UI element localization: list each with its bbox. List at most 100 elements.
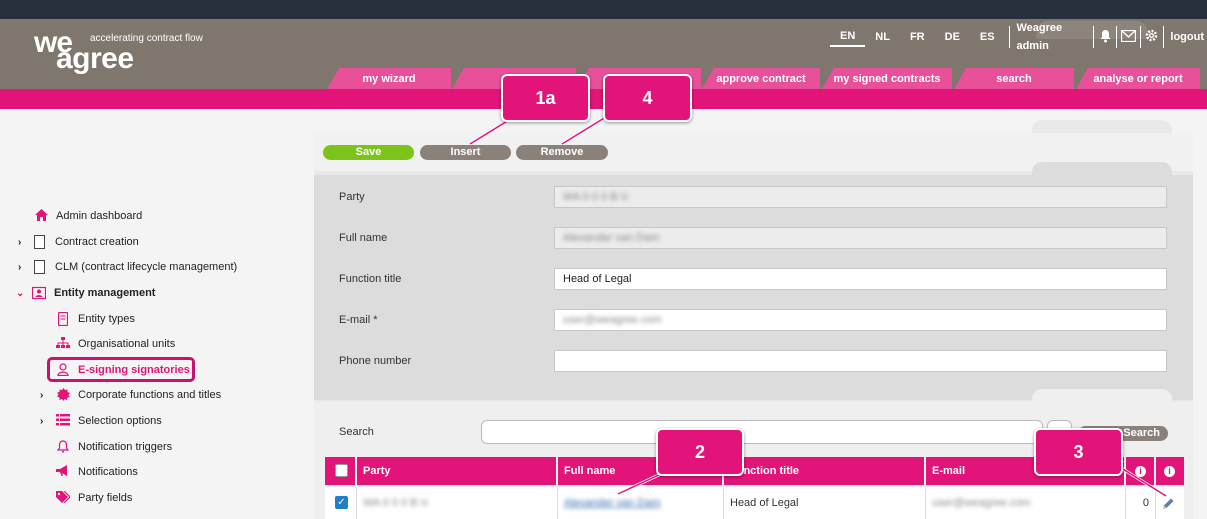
top-links: EN NL FR DE ES Weagree admin logout: [830, 22, 1207, 52]
cell-email: user@weagree.com: [926, 487, 1126, 519]
user-name-link[interactable]: Weagree admin: [1013, 19, 1089, 55]
function-title-label: Function title: [339, 273, 402, 285]
chevron-right-icon[interactable]: ›: [18, 262, 28, 273]
party-cell-value: WA 0 0 0 B.V.: [363, 497, 431, 509]
mail-icon[interactable]: [1120, 29, 1137, 45]
info-icon: i: [1135, 466, 1146, 477]
megaphone-icon: [56, 465, 70, 479]
callout-4: 4: [603, 74, 692, 122]
divider: [1116, 26, 1117, 48]
remove-button[interactable]: Remove: [516, 145, 608, 160]
sidebar-label: Contract creation: [55, 236, 139, 248]
gear-icon[interactable]: [1145, 29, 1159, 45]
tablet-icon: [56, 311, 70, 327]
sidebar-item-selection-options[interactable]: › Selection options: [40, 410, 162, 432]
entity-card-icon: [31, 286, 47, 300]
user-outline-icon: [56, 363, 70, 377]
bell-icon[interactable]: [1098, 29, 1112, 46]
sidebar-item-contract-creation[interactable]: › Contract creation: [18, 231, 139, 253]
cell-count: 0: [1126, 487, 1156, 519]
phone-label: Phone number: [339, 355, 412, 367]
divider: [1093, 26, 1095, 48]
row-select-cell: ✓: [325, 487, 357, 519]
sidebar-label: Entity management: [54, 287, 156, 299]
cell-function-title: Head of Legal: [724, 487, 926, 519]
sidebar-label: E-signing signatories: [78, 364, 190, 376]
function-title-value: Head of Legal: [563, 273, 632, 285]
col-party[interactable]: Party: [357, 457, 558, 485]
divider: [1008, 26, 1010, 48]
list-icon: [56, 414, 70, 428]
sidebar-label: Notifications: [78, 466, 138, 478]
sidebar-label: Organisational units: [78, 338, 176, 350]
cell-party: WA 0 0 0 B.V.: [357, 487, 558, 519]
org-chart-icon: [56, 337, 70, 351]
sidebar-item-notifications[interactable]: Notifications: [56, 461, 138, 483]
sidebar-item-clm[interactable]: › CLM (contract lifecycle management): [18, 256, 237, 278]
chevron-right-icon[interactable]: ›: [40, 390, 50, 401]
insert-button[interactable]: Insert: [420, 145, 511, 160]
full-name-link[interactable]: Alexander van Dam: [564, 497, 661, 509]
bell-outline-icon: [56, 440, 70, 454]
cell-edit[interactable]: [1156, 487, 1184, 519]
lang-en[interactable]: EN: [830, 27, 866, 47]
tab-search[interactable]: search: [954, 68, 1074, 89]
save-button[interactable]: Save: [323, 145, 414, 160]
select-all-checkbox[interactable]: [335, 464, 348, 477]
cell-full-name[interactable]: Alexander van Dam: [558, 487, 724, 519]
chevron-right-icon[interactable]: ›: [18, 237, 28, 248]
full-name-field[interactable]: Alexander van Dam: [554, 227, 1167, 249]
col-info-count: i: [1126, 457, 1156, 485]
chevron-down-icon[interactable]: ⌄: [16, 288, 26, 299]
sidebar-item-organisational-units[interactable]: Organisational units: [56, 333, 175, 355]
party-field[interactable]: WA 0 0 0 B.V.: [554, 186, 1167, 208]
top-strip: [0, 0, 1207, 19]
full-name-value: Alexander van Dam: [563, 232, 660, 244]
full-name-label: Full name: [339, 232, 388, 244]
tab-analyse-or-report[interactable]: analyse or report: [1076, 68, 1200, 89]
search-input[interactable]: [481, 420, 1043, 444]
email-field[interactable]: user@weagree.com: [554, 309, 1167, 331]
sidebar-label: Entity types: [78, 313, 135, 325]
sidebar-item-entity-management[interactable]: ⌄ Entity management: [16, 282, 155, 304]
form-tab-decoration: [1032, 162, 1172, 176]
function-title-field[interactable]: Head of Legal: [554, 268, 1167, 290]
tab-my-wizard[interactable]: my wizard: [327, 68, 451, 89]
pencil-icon[interactable]: [1162, 497, 1175, 509]
info-icon: i: [1164, 466, 1175, 477]
lang-es[interactable]: ES: [970, 28, 1005, 46]
sidebar-item-notification-triggers[interactable]: Notification triggers: [56, 436, 172, 458]
home-icon: [34, 209, 48, 223]
email-value: user@weagree.com: [563, 314, 662, 326]
lang-de[interactable]: DE: [935, 28, 970, 46]
callout-3: 3: [1034, 428, 1123, 476]
chevron-right-icon[interactable]: ›: [40, 416, 50, 427]
col-function-title[interactable]: Function title: [724, 457, 926, 485]
lang-fr[interactable]: FR: [900, 28, 935, 46]
logout-link[interactable]: logout: [1167, 28, 1207, 46]
divider: [1139, 26, 1141, 48]
row-checkbox[interactable]: ✓: [335, 496, 348, 509]
sidebar-item-entity-types[interactable]: Entity types: [56, 308, 135, 330]
email-cell-value: user@weagree.com: [932, 497, 1031, 509]
divider: [1162, 26, 1164, 48]
tab-approve-contract[interactable]: approve contract: [702, 68, 820, 89]
document-icon: [34, 235, 45, 249]
phone-field[interactable]: [554, 350, 1167, 372]
sidebar-item-e-signing-signatories[interactable]: E-signing signatories: [56, 359, 190, 381]
sidebar-item-corporate-functions[interactable]: › Corporate functions and titles: [40, 384, 221, 406]
tab-my-signed-contracts[interactable]: my signed contracts: [822, 68, 952, 89]
lang-nl[interactable]: NL: [865, 28, 900, 46]
callout-1a: 1a: [501, 74, 590, 122]
sidebar-item-admin-dashboard[interactable]: Admin dashboard: [34, 205, 142, 227]
search-label: Search: [339, 426, 374, 438]
panel-tab-decoration: [1032, 120, 1172, 134]
logo-agree: agree: [56, 42, 134, 75]
party-value: WA 0 0 0 B.V.: [563, 191, 631, 203]
sidebar-label: Admin dashboard: [56, 210, 143, 222]
email-label: E-mail *: [339, 314, 378, 326]
logo-tagline: accelerating contract flow: [90, 33, 203, 44]
sidebar-item-party-fields[interactable]: Party fields: [56, 487, 132, 509]
search-tab-decoration: [1032, 389, 1172, 403]
badge-icon: [56, 388, 70, 402]
